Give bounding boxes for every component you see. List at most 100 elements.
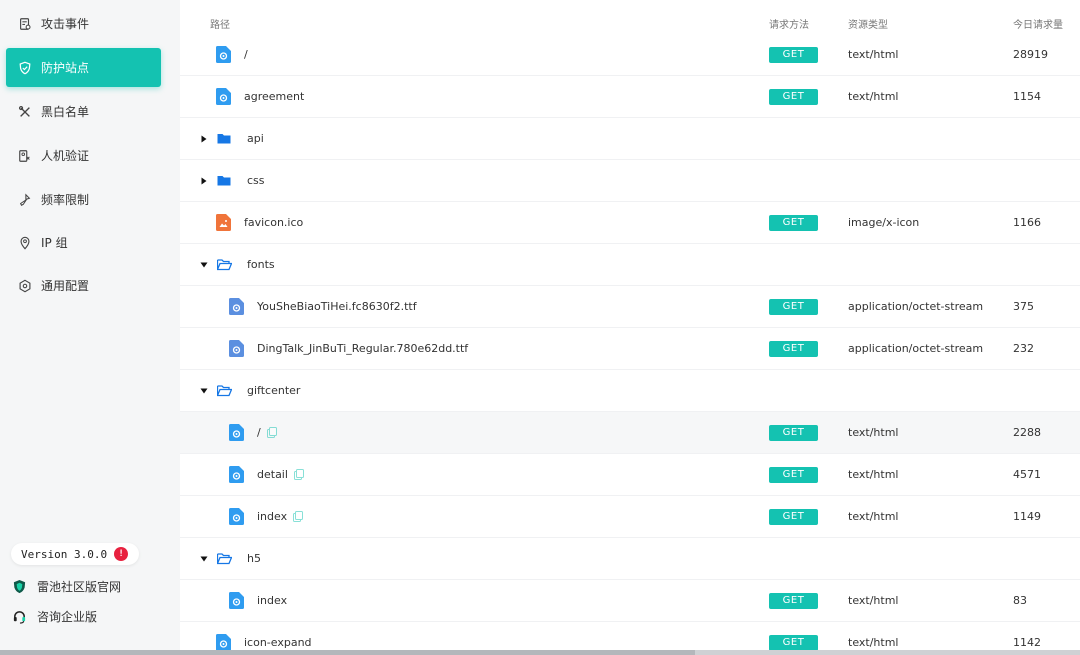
method-cell: GET	[769, 286, 818, 327]
sidebar-item-label: 频率限制	[41, 193, 90, 207]
sidebar-item-3[interactable]: 黑白名单	[6, 92, 161, 131]
safeline-shield-icon	[12, 579, 27, 594]
method-cell: GET	[769, 580, 818, 621]
caret-down-icon[interactable]	[199, 370, 209, 411]
font-file-icon	[229, 340, 244, 357]
request-count: 232	[1013, 342, 1034, 355]
site-resource-panel: 路径 请求方法 资源类型 今日请求量 / GET text/html 28919 agr…	[180, 0, 1080, 655]
path-name-text: /	[244, 48, 248, 61]
header-path: 路径	[210, 20, 230, 31]
path-name: css	[247, 160, 265, 201]
html-file-icon	[229, 424, 244, 441]
path-name: detail	[257, 454, 304, 495]
path-name: giftcenter	[247, 370, 300, 411]
caret-right-icon[interactable]	[199, 160, 209, 201]
path-name: DingTalk_JinBuTi_Regular.780e62dd.ttf	[257, 328, 468, 369]
update-alert-icon[interactable]: !	[114, 547, 129, 561]
tree-folder-row[interactable]: css	[180, 160, 1080, 202]
font-file-icon	[229, 298, 244, 315]
tree-folder-row[interactable]: fonts	[180, 244, 1080, 286]
sidebar-item-7[interactable]: 通用配置	[6, 266, 161, 305]
scrollbar-thumb[interactable]	[0, 650, 695, 655]
request-count: 28919	[1013, 48, 1048, 61]
method-cell: GET	[769, 412, 818, 453]
tree-file-row[interactable]: index GET text/html 1149	[180, 496, 1080, 538]
header-type: 资源类型	[848, 20, 888, 31]
path-name-text: h5	[247, 552, 261, 565]
method-badge: GET	[769, 340, 818, 357]
caret-right-icon[interactable]	[199, 118, 209, 159]
attack-log-icon	[18, 17, 32, 31]
copy-icon[interactable]	[293, 511, 304, 522]
tree-file-row[interactable]: / GET text/html 2288	[180, 412, 1080, 454]
path-name: /	[244, 34, 248, 75]
request-count: 83	[1013, 594, 1027, 607]
sidebar-item-1[interactable]: 攻击事件	[6, 4, 161, 43]
path-name-text: detail	[257, 468, 288, 481]
method-badge: GET	[769, 46, 818, 63]
html-file-icon	[229, 592, 244, 609]
method-cell: GET	[769, 454, 818, 495]
header-method: 请求方法	[769, 20, 809, 31]
sidebar-item-label: 防护站点	[41, 61, 90, 75]
path-name: fonts	[247, 244, 275, 285]
headset-icon	[12, 609, 27, 624]
path-name: api	[247, 118, 264, 159]
tree-file-row[interactable]: YouSheBiaoTiHei.fc8630f2.ttf GET applicati…	[180, 286, 1080, 328]
path-name-text: index	[257, 594, 288, 607]
method-cell: GET	[769, 202, 818, 243]
method-badge: GET	[769, 634, 818, 651]
sidebar-item-5[interactable]: 频率限制	[6, 180, 161, 219]
official-site-link[interactable]: 雷池社区版官网	[12, 577, 121, 595]
path-name: index	[257, 496, 304, 537]
html-file-icon	[216, 46, 231, 63]
folder-open-icon	[216, 382, 233, 399]
method-badge: GET	[769, 592, 818, 609]
request-count: 1166	[1013, 216, 1041, 229]
path-name: h5	[247, 538, 261, 579]
tree-file-row[interactable]: / GET text/html 28919	[180, 34, 1080, 76]
resource-type: text/html	[848, 510, 899, 523]
sidebar: 攻击事件防护站点黑白名单人机验证频率限制 IP 组通用配置 Version 3.0…	[0, 0, 180, 655]
path-name: agreement	[244, 76, 304, 117]
method-badge: GET	[769, 298, 818, 315]
location-icon	[18, 236, 32, 250]
path-name: /	[257, 412, 277, 453]
table-header: 路径 请求方法 资源类型 今日请求量	[180, 14, 1080, 32]
header-count: 今日请求量	[1013, 20, 1063, 31]
folder-icon	[217, 130, 232, 147]
path-name-text: api	[247, 132, 264, 145]
tree-folder-row[interactable]: api	[180, 118, 1080, 160]
rate-limit-icon	[18, 192, 32, 207]
resource-type: text/html	[848, 48, 899, 61]
tree-file-row[interactable]: index GET text/html 83	[180, 580, 1080, 622]
method-badge: GET	[769, 466, 818, 483]
tree-file-row[interactable]: favicon.ico GET image/x-icon 1166	[180, 202, 1080, 244]
resource-type: text/html	[848, 426, 899, 439]
enterprise-consult-link[interactable]: 咨询企业版	[12, 607, 97, 625]
path-name: YouSheBiaoTiHei.fc8630f2.ttf	[257, 286, 417, 327]
captcha-icon	[18, 149, 32, 163]
resource-type: text/html	[848, 594, 899, 607]
version-pill[interactable]: Version 3.0.0 !	[11, 543, 139, 565]
sidebar-item-label: 通用配置	[41, 279, 90, 293]
caret-down-icon[interactable]	[199, 244, 209, 285]
resource-type: application/octet-stream	[848, 300, 984, 313]
resource-type: image/x-icon	[848, 216, 920, 229]
tree-file-row[interactable]: detail GET text/html 4571	[180, 454, 1080, 496]
tree-folder-row[interactable]: h5	[180, 538, 1080, 580]
version-label: Version 3.0.0	[21, 547, 108, 561]
tree-folder-row[interactable]: giftcenter	[180, 370, 1080, 412]
tree-file-row[interactable]: DingTalk_JinBuTi_Regular.780e62dd.ttf GET…	[180, 328, 1080, 370]
folder-open-icon	[216, 256, 233, 273]
path-name-text: css	[247, 174, 265, 187]
tree-file-row[interactable]: agreement GET text/html 1154	[180, 76, 1080, 118]
sidebar-item-4[interactable]: 人机验证	[6, 136, 161, 175]
copy-icon[interactable]	[293, 469, 304, 480]
copy-icon[interactable]	[266, 427, 277, 438]
sidebar-item-label: 人机验证	[41, 149, 90, 163]
sidebar-item-6[interactable]: IP 组	[6, 223, 161, 262]
caret-down-icon[interactable]	[199, 538, 209, 579]
sidebar-item-2[interactable]: 防护站点	[6, 48, 161, 87]
resource-type: text/html	[848, 468, 899, 481]
